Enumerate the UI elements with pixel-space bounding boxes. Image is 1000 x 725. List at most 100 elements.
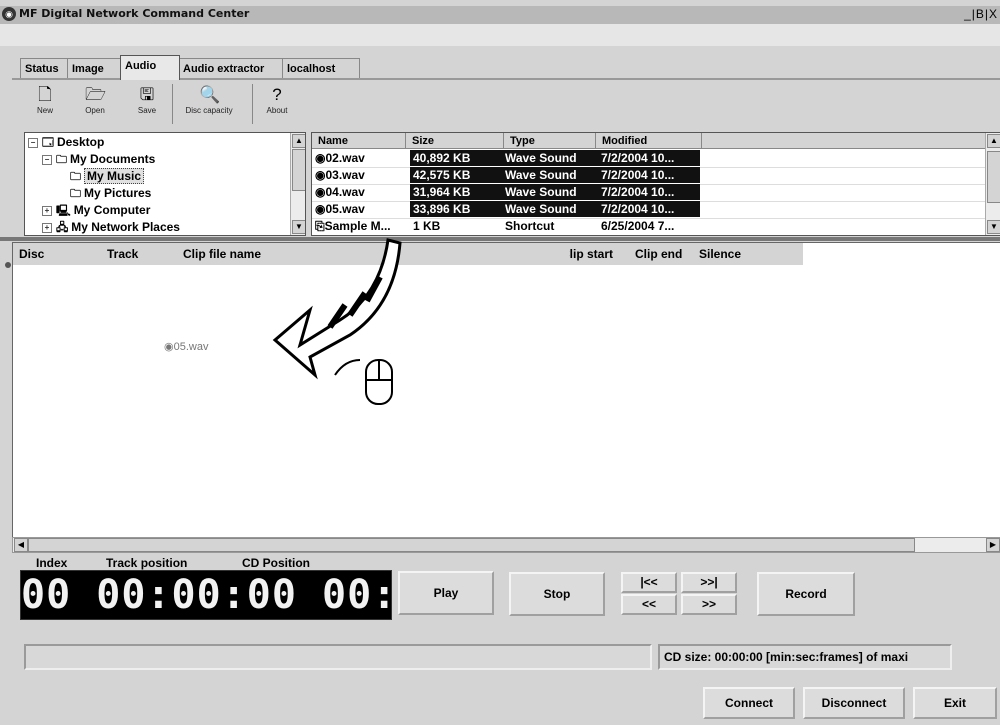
wave-file-icon: ◉: [315, 168, 326, 182]
file-list[interactable]: Name Size Type Modified ◉02.wav 40,892 K…: [311, 132, 1000, 236]
file-type: Shortcut: [505, 219, 555, 233]
play-button[interactable]: Play: [398, 571, 494, 615]
file-row[interactable]: ◉02.wav 40,892 KB Wave Sound 7/2/2004 10…: [312, 150, 992, 168]
pictures-folder-icon: 🗀: [70, 188, 81, 200]
tab-audio-extractor[interactable]: Audio extractor: [178, 58, 284, 79]
toolbar-separator: [252, 84, 253, 124]
collapse-icon[interactable]: −: [42, 154, 52, 165]
scroll-thumb[interactable]: [28, 538, 915, 552]
file-type: Wave Sound: [502, 150, 598, 166]
save-button[interactable]: 🖫 Save: [124, 82, 170, 126]
tree-item-my-computer[interactable]: + 🖳 My Computer: [42, 202, 150, 219]
dragged-file-name: 05.wav: [173, 341, 209, 353]
index-label: Index: [36, 556, 68, 570]
column-header-clip-start[interactable]: Clip start: [569, 243, 633, 265]
file-row[interactable]: ◉03.wav 42,575 KB Wave Sound 7/2/2004 10…: [312, 167, 992, 185]
file-row[interactable]: ◉04.wav 31,964 KB Wave Sound 7/2/2004 10…: [312, 184, 992, 202]
splitter-grip-icon[interactable]: [5, 262, 11, 268]
tab-localhost[interactable]: localhost: [282, 58, 360, 79]
music-folder-icon: 🗀: [70, 171, 81, 183]
track-list[interactable]: Disc Track Clip file name Clip start Cli…: [12, 242, 1000, 539]
expand-icon[interactable]: +: [42, 205, 52, 216]
connect-button[interactable]: Connect: [703, 687, 795, 719]
title-bar: ◉ MF Digital Network Command Center _|B|…: [0, 6, 1000, 24]
column-header-clip-end[interactable]: Clip end: [633, 243, 695, 265]
toolbar-separator: [172, 84, 173, 124]
disconnect-button[interactable]: Disconnect: [803, 687, 905, 719]
exit-button[interactable]: Exit: [913, 687, 997, 719]
file-modified: 7/2/2004 10...: [598, 150, 700, 166]
column-header-silence[interactable]: Silence: [695, 243, 803, 265]
scroll-up-arrow-icon[interactable]: ▲: [987, 134, 1000, 148]
file-name: Sample M...: [324, 219, 391, 233]
previous-track-button[interactable]: |<<: [621, 572, 677, 593]
folder-tree[interactable]: − 🗔 Desktop − 🗀 My Documents 🗀 My Music 🗀 My P…: [24, 132, 306, 236]
wave-file-icon: ◉: [315, 185, 326, 199]
window-title: MF Digital Network Command Center: [19, 7, 250, 20]
column-header-empty: [702, 133, 986, 149]
dragged-file-ghost: ◉05.wav: [164, 340, 208, 353]
tab-status[interactable]: Status: [20, 58, 72, 79]
scroll-up-arrow-icon[interactable]: ▲: [292, 134, 305, 148]
tree-item-my-network-places[interactable]: + 🖧 My Network Places: [42, 219, 180, 235]
column-header-name[interactable]: Name: [312, 133, 406, 149]
rewind-button[interactable]: <<: [621, 594, 677, 615]
cd-size-status: CD size: 00:00:00 [min:sec:frames] of ma…: [658, 644, 952, 670]
open-folder-icon: 🗁: [85, 85, 107, 104]
column-header-disc[interactable]: Disc: [13, 243, 101, 265]
scroll-thumb[interactable]: [987, 151, 1000, 203]
file-name: 02.wav: [325, 151, 365, 165]
scroll-thumb[interactable]: [292, 149, 305, 191]
save-label: Save: [137, 106, 157, 115]
stop-button[interactable]: Stop: [509, 572, 605, 616]
about-button[interactable]: ? About: [254, 82, 300, 126]
wave-file-icon: ◉: [164, 341, 174, 353]
help-question-icon: ?: [272, 85, 282, 104]
wave-file-icon: ◉: [315, 151, 326, 165]
column-header-modified[interactable]: Modified: [596, 133, 702, 149]
app-icon: ◉: [2, 7, 16, 21]
scroll-down-arrow-icon[interactable]: ▼: [987, 220, 1000, 234]
window-controls[interactable]: _|B|X: [964, 7, 998, 21]
column-header-size[interactable]: Size: [406, 133, 504, 149]
top-strip: [0, 24, 1000, 46]
scroll-left-arrow-icon[interactable]: ◀: [14, 538, 28, 552]
scroll-down-arrow-icon[interactable]: ▼: [292, 220, 305, 234]
file-size: 40,892 KB: [410, 150, 502, 166]
fast-forward-button[interactable]: >>: [681, 594, 737, 615]
record-button[interactable]: Record: [757, 572, 855, 616]
pane-splitter[interactable]: [0, 237, 1000, 241]
file-list-scrollbar[interactable]: ▲ ▼: [985, 133, 1000, 235]
next-track-button[interactable]: >>|: [681, 572, 737, 593]
tree-item-my-pictures[interactable]: 🗀 My Pictures: [70, 185, 151, 202]
tab-audio[interactable]: Audio: [120, 55, 180, 80]
file-type: Wave Sound: [502, 167, 598, 183]
shortcut-icon: ⎘: [315, 219, 325, 233]
disc-capacity-label: Disc capacity: [185, 106, 233, 115]
collapse-icon[interactable]: −: [28, 137, 38, 148]
open-button[interactable]: 🗁 Open: [72, 82, 118, 126]
file-modified: 7/2/2004 10...: [598, 184, 700, 200]
tree-item-desktop[interactable]: − 🗔 Desktop: [28, 134, 104, 151]
new-button[interactable]: 🗋 New: [22, 82, 68, 126]
drag-arrow-icon: [272, 238, 402, 405]
track-position-label: Track position: [106, 556, 188, 570]
tab-image[interactable]: Image: [67, 58, 123, 79]
file-row[interactable]: ◉05.wav 33,896 KB Wave Sound 7/2/2004 10…: [312, 201, 992, 219]
tree-item-my-music[interactable]: 🗀 My Music: [70, 168, 145, 185]
tree-item-my-documents[interactable]: − 🗀 My Documents: [42, 151, 155, 168]
file-size: 1 KB: [413, 219, 441, 233]
about-label: About: [266, 106, 288, 115]
wave-file-icon: ◉: [315, 202, 326, 216]
status-message: [24, 644, 652, 670]
track-list-hscrollbar[interactable]: ◀ ▶: [12, 537, 1000, 553]
file-row[interactable]: ⎘Sample M... 1 KB Shortcut 6/25/2004 7..…: [312, 218, 992, 235]
disc-capacity-button[interactable]: 🔍 Disc capacity: [174, 82, 244, 126]
column-header-type[interactable]: Type: [504, 133, 596, 149]
tree-scrollbar[interactable]: ▲ ▼: [290, 133, 305, 235]
column-header-track[interactable]: Track: [101, 243, 177, 265]
scroll-right-arrow-icon[interactable]: ▶: [986, 538, 1000, 552]
floppy-disk-icon: 🖫: [139, 85, 155, 104]
folder-icon: 🗀: [56, 154, 67, 166]
expand-icon[interactable]: +: [42, 222, 52, 233]
